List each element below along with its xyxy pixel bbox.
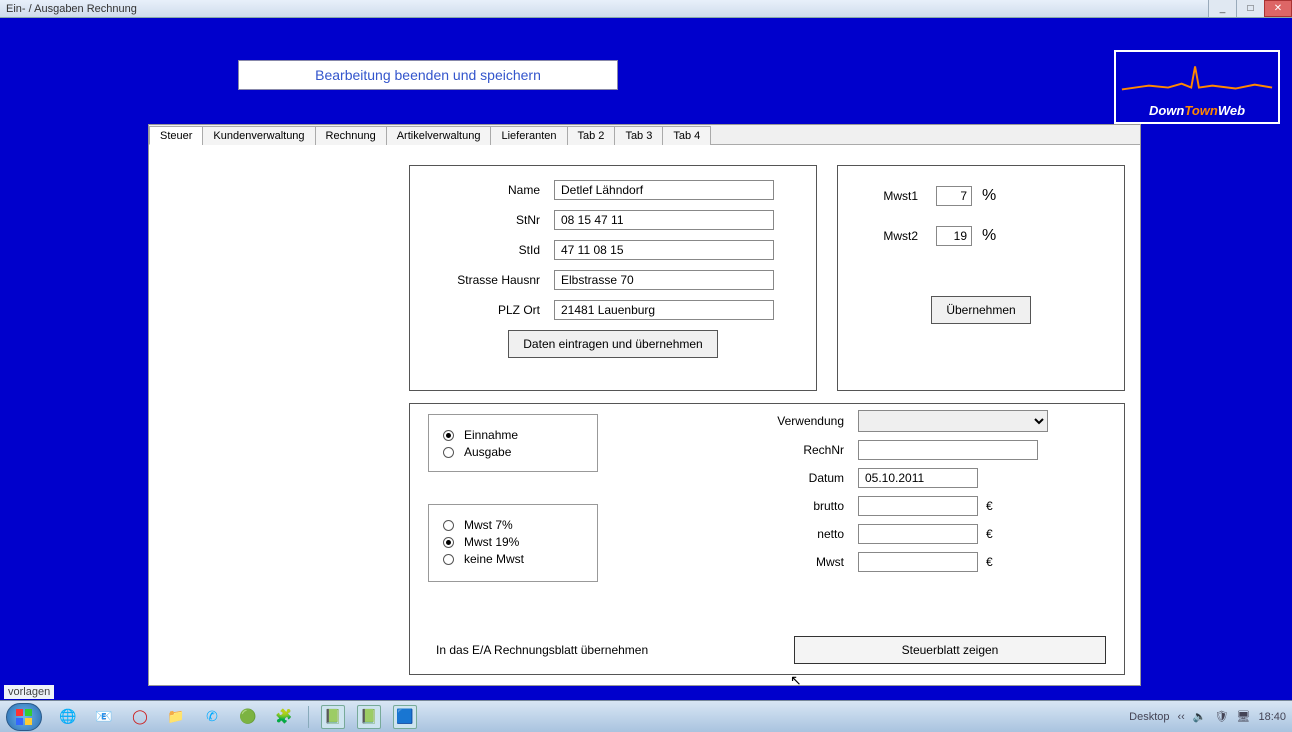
tray-desktop-label[interactable]: Desktop [1129, 711, 1169, 723]
label-plz: PLZ Ort [428, 303, 540, 317]
taskbar-excel2-icon[interactable]: 📗 [357, 705, 381, 729]
tab-rechnung[interactable]: Rechnung [315, 126, 387, 145]
taskbar-ie-icon[interactable]: 🌐 [56, 705, 80, 729]
label-stnr: StNr [428, 213, 540, 227]
input-stnr[interactable] [554, 210, 774, 230]
tray-chevron-icon[interactable]: ‹‹ [1178, 711, 1185, 723]
footer-label: vorlagen [4, 685, 54, 699]
currency-netto: € [986, 527, 993, 541]
tab-steuer[interactable]: Steuer [149, 126, 203, 145]
taskbar-app3-icon[interactable]: 🟦 [393, 705, 417, 729]
transfer-label: In das E/A Rechnungsblatt übernehmen [428, 639, 656, 661]
skyline-icon [1120, 56, 1274, 96]
radio-mwst7[interactable]: Mwst 7% [443, 518, 583, 532]
taskbar-excel1-icon[interactable]: 📗 [321, 705, 345, 729]
minimize-button[interactable]: _ [1208, 0, 1236, 17]
radio-icon [443, 430, 454, 441]
company-panel: Name StNr StId Strasse Hausnr PLZ Ort Da… [409, 165, 817, 391]
taskbar: 🌐 📧 ◯ 📁 ✆ 🟢 🧩 📗 📗 🟦 Desktop ‹‹ 🔈 🛡 🖥 18:… [0, 700, 1292, 732]
input-rechnr[interactable] [858, 440, 1038, 460]
maximize-button[interactable]: □ [1236, 0, 1264, 17]
pct-1: % [982, 187, 996, 205]
mwst-rate-group: Mwst 7% Mwst 19% keine Mwst [428, 504, 598, 582]
input-mwst[interactable] [858, 552, 978, 572]
label-mwst: Mwst [748, 555, 844, 569]
tab-container: Steuer Kundenverwaltung Rechnung Artikel… [148, 124, 1141, 686]
label-strasse: Strasse Hausnr [428, 273, 540, 287]
tray-icon[interactable]: 🔈 [1193, 710, 1207, 723]
radio-ausgabe[interactable]: Ausgabe [443, 445, 583, 459]
label-brutto: brutto [748, 499, 844, 513]
input-strasse[interactable] [554, 270, 774, 290]
tabstrip: Steuer Kundenverwaltung Rechnung Artikel… [149, 125, 1140, 145]
mwst-panel: Mwst1% Mwst2% Übernehmen [837, 165, 1125, 391]
pct-2: % [982, 227, 996, 245]
logo: DownTownWeb [1114, 50, 1280, 124]
tray-icon[interactable]: 🛡 [1215, 710, 1229, 723]
income-expense-group: Einnahme Ausgabe [428, 414, 598, 472]
tab-artikelverwaltung[interactable]: Artikelverwaltung [386, 126, 492, 145]
start-button[interactable] [6, 703, 42, 731]
taskbar-skype-icon[interactable]: ✆ [200, 705, 224, 729]
label-name: Name [428, 183, 540, 197]
input-brutto[interactable] [858, 496, 978, 516]
label-verwendung: Verwendung [748, 414, 844, 428]
entry-panel: Einnahme Ausgabe Mwst 7% Mwst 19% keine … [409, 403, 1125, 675]
label-mwst2: Mwst2 [858, 229, 918, 243]
windows-icon [14, 707, 34, 727]
label-netto: netto [748, 527, 844, 541]
tab-2[interactable]: Tab 2 [567, 126, 616, 145]
show-tax-sheet-button[interactable]: Steuerblatt zeigen [794, 636, 1106, 664]
taskbar-mail-icon[interactable]: 📧 [92, 705, 116, 729]
tab-content: Name StNr StId Strasse Hausnr PLZ Ort Da… [149, 145, 1140, 185]
window-title: Ein- / Ausgaben Rechnung [6, 3, 137, 15]
tray-clock[interactable]: 18:40 [1258, 711, 1286, 723]
currency-mwst: € [986, 555, 993, 569]
save-and-exit-button[interactable]: Bearbeitung beenden und speichern [238, 60, 618, 90]
input-name[interactable] [554, 180, 774, 200]
radio-keine-mwst[interactable]: keine Mwst [443, 552, 583, 566]
taskbar-opera-icon[interactable]: ◯ [128, 705, 152, 729]
select-verwendung[interactable] [858, 410, 1048, 432]
label-rechnr: RechNr [748, 443, 844, 457]
input-plz[interactable] [554, 300, 774, 320]
tab-kundenverwaltung[interactable]: Kundenverwaltung [202, 126, 315, 145]
radio-icon [443, 447, 454, 458]
input-mwst1[interactable] [936, 186, 972, 206]
tab-lieferanten[interactable]: Lieferanten [490, 126, 567, 145]
main-area: Bearbeitung beenden und speichern DownTo… [0, 18, 1292, 732]
radio-einnahme[interactable]: Einnahme [443, 428, 583, 442]
radio-icon [443, 537, 454, 548]
save-company-button[interactable]: Daten eintragen und übernehmen [508, 330, 717, 358]
tab-3[interactable]: Tab 3 [614, 126, 663, 145]
input-netto[interactable] [858, 524, 978, 544]
radio-icon [443, 520, 454, 531]
currency-brutto: € [986, 499, 993, 513]
titlebar: Ein- / Ausgaben Rechnung _ □ ✕ [0, 0, 1292, 18]
radio-icon [443, 554, 454, 565]
tray-icon[interactable]: 🖥 [1237, 710, 1251, 723]
close-button[interactable]: ✕ [1264, 0, 1292, 17]
apply-mwst-button[interactable]: Übernehmen [931, 296, 1030, 324]
taskbar-explorer-icon[interactable]: 📁 [164, 705, 188, 729]
label-stid: StId [428, 243, 540, 257]
taskbar-app1-icon[interactable]: 🟢 [236, 705, 260, 729]
tab-4[interactable]: Tab 4 [662, 126, 711, 145]
radio-mwst19[interactable]: Mwst 19% [443, 535, 583, 549]
label-datum: Datum [748, 471, 844, 485]
taskbar-app2-icon[interactable]: 🧩 [272, 705, 296, 729]
input-stid[interactable] [554, 240, 774, 260]
input-datum[interactable] [858, 468, 978, 488]
input-mwst2[interactable] [936, 226, 972, 246]
label-mwst1: Mwst1 [858, 189, 918, 203]
